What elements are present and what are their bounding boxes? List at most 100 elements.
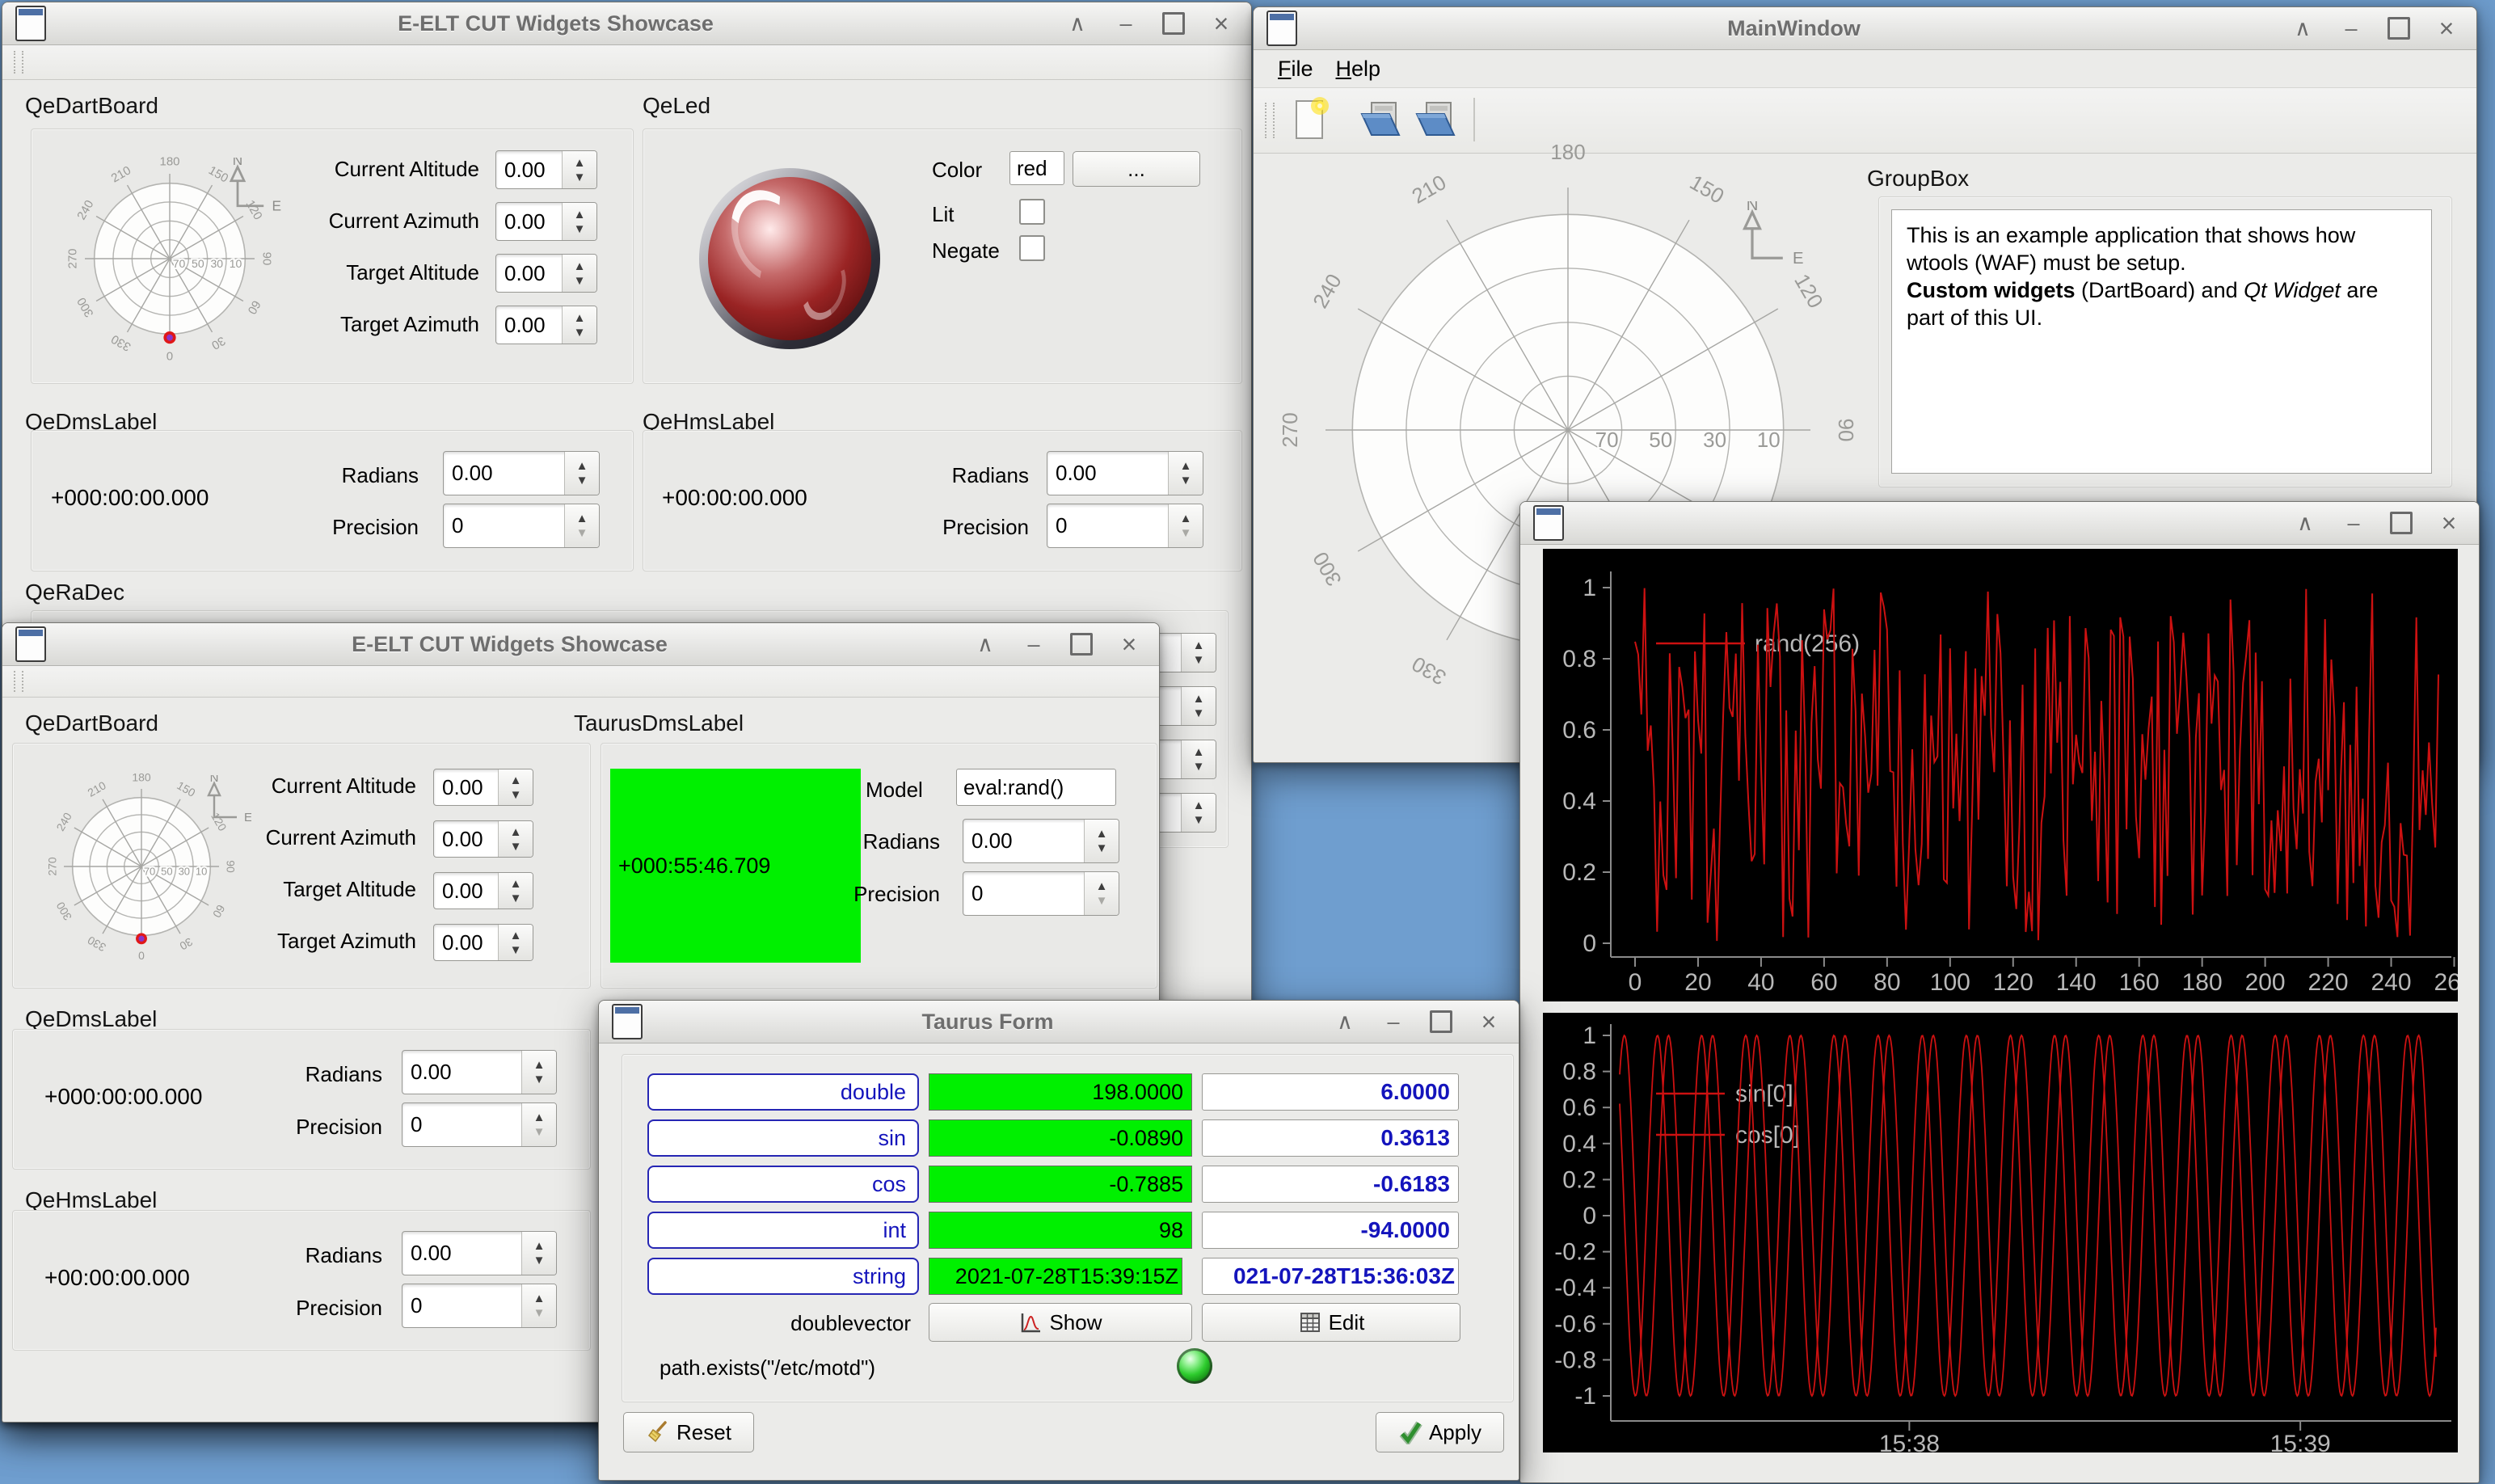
minimize-button[interactable]: – — [1022, 634, 1046, 656]
spin-arrows[interactable]: ▲▼ — [564, 504, 599, 547]
attr-button-cos[interactable]: cos — [647, 1166, 919, 1203]
spin-down-icon[interactable]: ▼ — [533, 1254, 546, 1267]
dms-precision-input[interactable] — [444, 504, 564, 547]
spin-down-icon[interactable]: ▼ — [574, 171, 586, 183]
model-input[interactable] — [956, 769, 1116, 806]
target-altitude-spinbox[interactable]: ▲▼ — [495, 254, 597, 293]
spin-arrows[interactable]: ▲▼ — [1084, 820, 1119, 862]
spin-down-icon[interactable]: ▼ — [576, 527, 588, 539]
spin-down-icon[interactable]: ▼ — [576, 474, 588, 487]
spin-down-icon[interactable]: ▼ — [510, 841, 522, 853]
spin-up-icon[interactable]: ▲ — [574, 312, 586, 324]
attr-write-cos[interactable] — [1202, 1166, 1459, 1203]
current-altitude-spinbox[interactable]: ▲▼ — [433, 769, 533, 806]
current-altitude-input[interactable] — [434, 769, 498, 805]
attr-write-string-input[interactable] — [1202, 1258, 1459, 1295]
spin-down-icon[interactable]: ▼ — [1193, 707, 1205, 719]
maximize-button[interactable] — [1162, 12, 1185, 35]
spin-arrows[interactable]: ▲▼ — [1181, 794, 1216, 832]
current-azimuth-spinbox[interactable]: ▲▼ — [495, 202, 597, 241]
dms-precision-input[interactable] — [402, 1103, 521, 1146]
current-azimuth-input[interactable] — [496, 203, 562, 240]
taurus-precision-input[interactable] — [963, 872, 1084, 915]
attr-write-double-input[interactable] — [1202, 1073, 1459, 1111]
mainwindow-titlebar[interactable]: MainWindow ∧ – × — [1254, 7, 2476, 50]
current-azimuth-spinbox[interactable]: ▲▼ — [433, 820, 533, 858]
spin-up-icon[interactable]: ▲ — [1180, 460, 1192, 472]
taurus-precision-spinbox[interactable]: ▲▼ — [963, 871, 1119, 916]
plotwindow-titlebar[interactable]: ∧ – × — [1520, 502, 2479, 545]
current-altitude-spinbox[interactable]: ▲▼ — [495, 150, 597, 189]
spin-down-icon[interactable]: ▼ — [1193, 814, 1205, 826]
target-azimuth-input[interactable] — [496, 306, 562, 344]
taurus-radians-input[interactable] — [963, 820, 1084, 862]
target-altitude-input[interactable] — [434, 873, 498, 909]
spin-up-icon[interactable]: ▲ — [1096, 880, 1108, 892]
spin-up-icon[interactable]: ▲ — [1193, 639, 1205, 651]
current-azimuth-input[interactable] — [434, 821, 498, 857]
apply-button[interactable]: Apply — [1376, 1412, 1504, 1452]
attr-write-string[interactable] — [1202, 1258, 1459, 1295]
minimize-button[interactable]: – — [2341, 512, 2366, 534]
attr-write-sin[interactable] — [1202, 1119, 1459, 1157]
spin-arrows[interactable]: ▲▼ — [564, 452, 599, 495]
spin-arrows[interactable]: ▲▼ — [562, 306, 596, 344]
taurus-titlebar[interactable]: Taurus Form ∧ – × — [599, 1001, 1519, 1043]
close-button[interactable]: × — [2434, 18, 2459, 40]
toolbar-handle[interactable] — [14, 51, 23, 74]
spin-down-icon[interactable]: ▼ — [510, 944, 522, 956]
dms-precision-spinbox[interactable]: ▲▼ — [402, 1102, 557, 1147]
spin-arrows[interactable]: ▲▼ — [1181, 634, 1216, 672]
spin-arrows[interactable]: ▲▼ — [1168, 504, 1203, 547]
color-value-field[interactable] — [1009, 151, 1064, 185]
minimize-button[interactable]: – — [1114, 13, 1138, 35]
close-button[interactable]: × — [1477, 1011, 1501, 1033]
spin-up-icon[interactable]: ▲ — [574, 157, 586, 169]
close-button[interactable]: × — [1117, 634, 1141, 656]
spin-up-icon[interactable]: ▲ — [574, 260, 586, 272]
spin-arrows[interactable]: ▲▼ — [521, 1232, 556, 1275]
spin-arrows[interactable]: ▲▼ — [1181, 687, 1216, 725]
attr-write-sin-input[interactable] — [1202, 1119, 1459, 1157]
spin-up-icon[interactable]: ▲ — [1180, 512, 1192, 525]
target-altitude-input[interactable] — [496, 255, 562, 292]
maximize-button[interactable] — [2390, 512, 2413, 534]
spin-arrows[interactable]: ▲▼ — [562, 151, 596, 188]
spin-up-icon[interactable]: ▲ — [510, 774, 522, 786]
spin-up-icon[interactable]: ▲ — [1193, 693, 1205, 705]
hms-radians-spinbox[interactable]: ▲▼ — [402, 1231, 557, 1275]
window2-titlebar[interactable]: E-ELT CUT Widgets Showcase ∧ – × — [2, 623, 1159, 666]
hms-precision-input[interactable] — [402, 1284, 521, 1327]
hms-precision-spinbox[interactable]: ▲▼ — [402, 1284, 557, 1328]
spin-up-icon[interactable]: ▲ — [574, 209, 586, 221]
spin-down-icon[interactable]: ▼ — [1193, 654, 1205, 666]
spin-down-icon[interactable]: ▼ — [1180, 474, 1192, 487]
shade-button[interactable]: ∧ — [1333, 1011, 1357, 1033]
spin-down-icon[interactable]: ▼ — [1180, 527, 1192, 539]
current-altitude-input[interactable] — [496, 151, 562, 188]
taurus-radians-spinbox[interactable]: ▲▼ — [963, 819, 1119, 863]
spin-up-icon[interactable]: ▲ — [533, 1240, 546, 1252]
dms-radians-spinbox[interactable]: ▲▼ — [402, 1050, 557, 1094]
hms-precision-input[interactable] — [1047, 504, 1168, 547]
maximize-button[interactable] — [1430, 1010, 1452, 1033]
spin-arrows[interactable]: ▲▼ — [1181, 740, 1216, 778]
spin-arrows[interactable]: ▲▼ — [498, 821, 533, 857]
target-azimuth-input[interactable] — [434, 925, 498, 960]
window1-titlebar[interactable]: E-ELT CUT Widgets Showcase ∧ – × — [2, 2, 1251, 45]
spin-arrows[interactable]: ▲▼ — [498, 873, 533, 909]
spin-down-icon[interactable]: ▼ — [510, 892, 522, 904]
attr-write-int[interactable] — [1202, 1212, 1459, 1249]
spin-up-icon[interactable]: ▲ — [1193, 746, 1205, 758]
attr-write-double[interactable] — [1202, 1073, 1459, 1111]
spin-up-icon[interactable]: ▲ — [533, 1111, 546, 1124]
target-azimuth-spinbox[interactable]: ▲▼ — [495, 306, 597, 344]
maximize-button[interactable] — [1070, 633, 1093, 656]
target-azimuth-spinbox[interactable]: ▲▼ — [433, 924, 533, 961]
color-picker-button[interactable]: ... — [1073, 151, 1200, 187]
spin-arrows[interactable]: ▲▼ — [1168, 452, 1203, 495]
spin-down-icon[interactable]: ▼ — [1096, 895, 1108, 907]
attr-button-int[interactable]: int — [647, 1212, 919, 1249]
close-button[interactable]: × — [1209, 13, 1233, 35]
menu-file[interactable]: File — [1266, 53, 1325, 85]
